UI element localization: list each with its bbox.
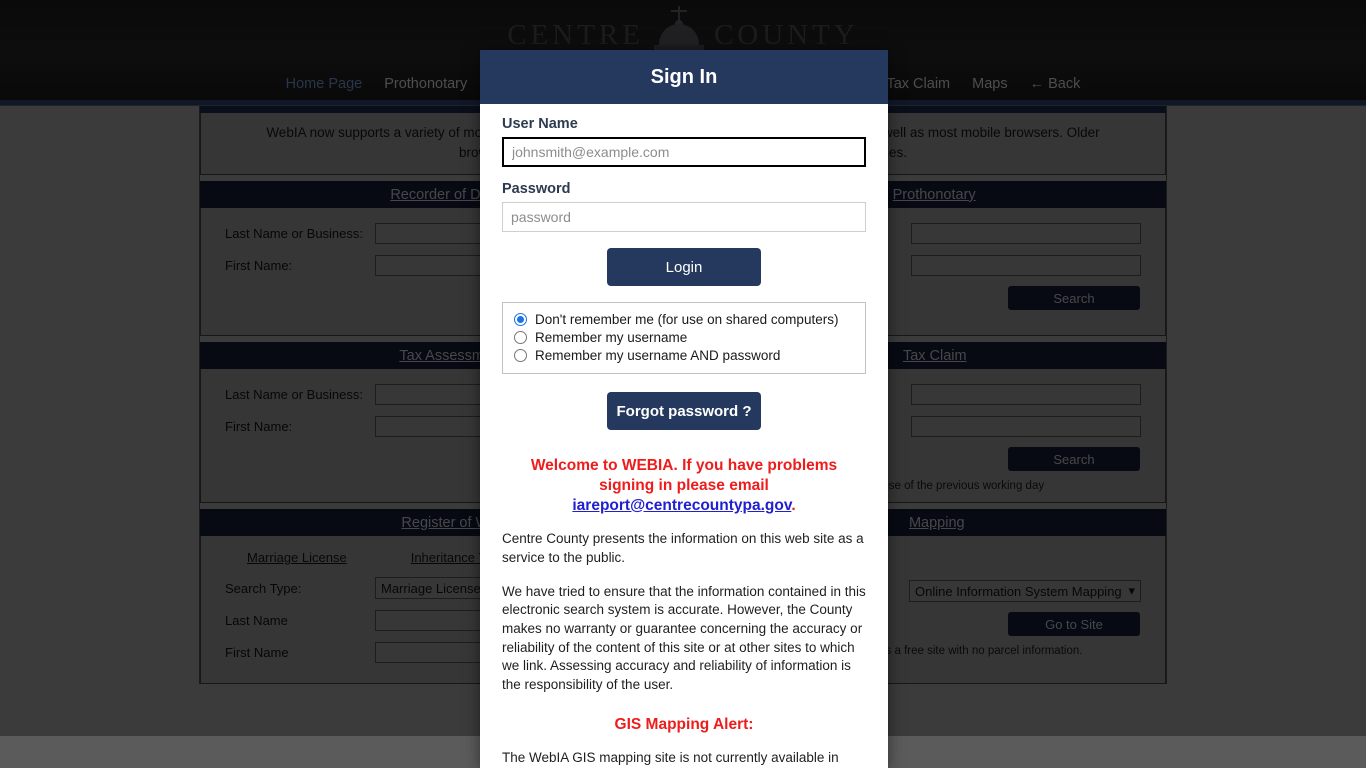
radio-label-dont-remember: Don't remember me (for use on shared com… [535,312,839,327]
gis-mapping-alert-title: GIS Mapping Alert: [614,716,754,734]
radio-option-remember-username[interactable]: Remember my username [514,330,854,345]
username-label: User Name [502,116,578,132]
login-button[interactable]: Login [607,248,761,286]
radio-icon[interactable] [514,331,527,344]
radio-label-remember-username-and-password: Remember my username AND password [535,348,781,363]
welcome-message-prefix: Welcome to WEBIA. If you have problems s… [530,457,838,494]
radio-icon-selected[interactable] [514,313,527,326]
welcome-message-suffix: . [791,496,796,514]
disclaimer-paragraph-2: We have tried to ensure that the informa… [502,583,866,692]
radio-option-dont-remember[interactable]: Don't remember me (for use on shared com… [514,312,854,327]
sign-in-title: Sign In [650,65,718,88]
username-input[interactable] [502,137,866,167]
gis-mapping-alert-body: The WebIA GIS mapping site is not curren… [502,750,839,766]
remember-options-group: Don't remember me (for use on shared com… [502,302,866,374]
radio-icon[interactable] [514,349,527,362]
password-input[interactable] [502,202,866,232]
sign-in-dialog: Sign In User Name Password Login Don't r… [480,50,888,768]
sign-in-dialog-header: Sign In [480,50,888,104]
welcome-message: Welcome to WEBIA. If you have problems s… [502,456,866,515]
disclaimer-paragraph-1: Centre County presents the information o… [502,531,864,566]
radio-option-remember-username-and-password[interactable]: Remember my username AND password [514,348,854,363]
password-label: Password [502,181,571,197]
forgot-password-button[interactable]: Forgot password ? [607,392,761,430]
radio-label-remember-username: Remember my username [535,330,688,345]
support-email-link[interactable]: iareport@centrecountypa.gov [572,497,791,514]
